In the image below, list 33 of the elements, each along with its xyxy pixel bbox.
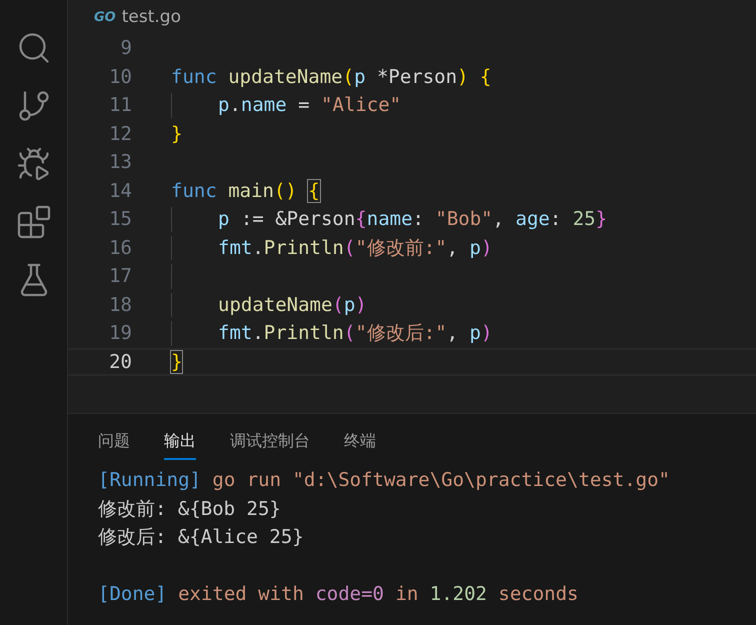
code-line: p := &Person{name: "Bob", age: 25} <box>218 208 608 230</box>
go-logo: GO <box>94 10 116 24</box>
line-number: 20 <box>108 350 132 373</box>
panel-tab[interactable]: 输出 <box>164 431 196 460</box>
line-number: 17 <box>108 265 132 288</box>
code-line: func updateName(p *Person) { <box>171 66 492 88</box>
line-number: 11 <box>108 94 132 116</box>
line-number: 19 <box>108 322 132 344</box>
code-line: func main() { <box>171 180 320 202</box>
output-line: 修改后: &{Alice 25} <box>98 525 304 550</box>
line-number: 12 <box>108 122 132 145</box>
code-line: } <box>171 350 182 373</box>
blocks-icon[interactable] <box>16 204 52 240</box>
panel-tab[interactable]: 终端 <box>344 431 376 460</box>
output-line: 修改前: &{Bob 25} <box>98 496 281 522</box>
line-number: 9 <box>120 37 132 60</box>
output-line: [Running] go run "d:\Software\Go\practice\test.go" <box>98 469 670 492</box>
breadcrumb-file[interactable]: test.go <box>122 7 181 27</box>
line-number: 13 <box>108 151 132 174</box>
line-number: 14 <box>108 180 132 202</box>
code-line: updateName(p) <box>218 294 367 316</box>
output-line: [Done] exited with code=0 in 1.202 seconds <box>98 583 578 606</box>
code-line: p.name = "Alice" <box>218 94 402 116</box>
panel-tab[interactable]: 问题 <box>98 431 130 460</box>
line-number: 16 <box>108 236 132 259</box>
line-number: 18 <box>108 294 132 316</box>
code-line: fmt.Println("修改后:", p) <box>218 321 492 346</box>
line-number: 15 <box>108 208 132 230</box>
panel-tab[interactable]: 调试控制台 <box>230 431 310 460</box>
code-line: fmt.Println("修改前:", p) <box>218 236 492 261</box>
line-number: 10 <box>108 66 132 88</box>
code-line: } <box>171 122 182 145</box>
bug-play-icon[interactable] <box>16 146 52 182</box>
